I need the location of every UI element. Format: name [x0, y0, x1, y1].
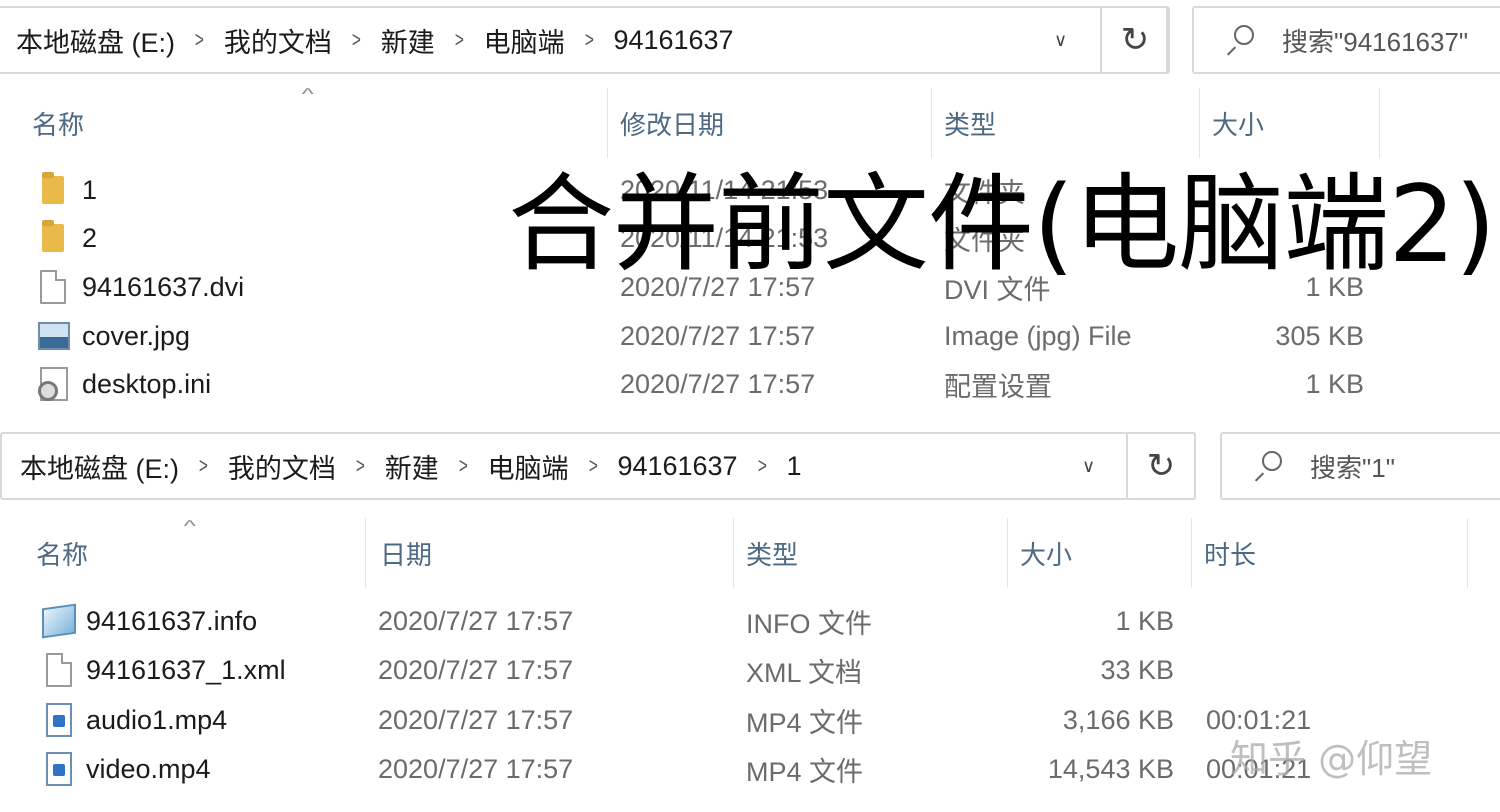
column-header-date[interactable]: 日期 — [380, 518, 734, 588]
file-name: 94161637.info — [86, 605, 258, 636]
column-header-name[interactable]: 名称 — [36, 518, 366, 588]
search-placeholder: 搜索"1" — [1310, 452, 1395, 483]
folder-icon — [42, 172, 64, 204]
settings-file-icon — [38, 367, 68, 401]
breadcrumb-item-documents[interactable]: 我的文档 — [220, 21, 336, 60]
chevron-right-icon[interactable]: > — [575, 27, 604, 53]
file-date: 2020/7/27 17:57 — [378, 704, 574, 735]
chevron-right-icon[interactable]: > — [189, 453, 218, 479]
chevron-right-icon[interactable]: > — [185, 27, 214, 53]
file-size: 1 KB — [1115, 605, 1174, 636]
breadcrumb-item-drive[interactable]: 本地磁盘 (E:) — [12, 21, 179, 60]
file-name: cover.jpg — [82, 320, 191, 351]
file-row[interactable]: desktop.ini 2020/7/27 17:57 配置设置 1 KB — [0, 360, 1500, 408]
file-type: 配置设置 — [944, 371, 1052, 402]
column-header-type[interactable]: 类型 — [746, 518, 1008, 588]
breadcrumb-item-pc[interactable]: 电脑端 — [480, 21, 569, 60]
media-file-icon — [46, 703, 72, 737]
document-icon — [40, 270, 66, 304]
image-icon — [38, 322, 70, 350]
address-bar[interactable]: 本地磁盘 (E:) > 我的文档 > 新建 > 电脑端 > 94161637 >… — [0, 432, 1196, 500]
file-size: 305 KB — [1275, 320, 1364, 351]
chevron-right-icon[interactable]: > — [449, 453, 478, 479]
breadcrumb-item-pc[interactable]: 电脑端 — [484, 447, 573, 486]
file-row[interactable]: 94161637.info 2020/7/27 17:57 INFO 文件 1 … — [0, 597, 1500, 645]
breadcrumb: 本地磁盘 (E:) > 我的文档 > 新建 > 电脑端 > 94161637 — [0, 21, 738, 60]
breadcrumb: 本地磁盘 (E:) > 我的文档 > 新建 > 电脑端 > 94161637 >… — [2, 447, 805, 486]
search-input[interactable]: 搜索"94161637" — [1192, 6, 1500, 74]
file-row[interactable]: cover.jpg 2020/7/27 17:57 Image (jpg) Fi… — [0, 312, 1500, 360]
file-date: 2020/7/27 17:57 — [620, 368, 816, 399]
watermark: 知乎 @仰望 — [1230, 737, 1433, 781]
chevron-down-icon[interactable]: ∨ — [1054, 30, 1067, 51]
column-header-duration[interactable]: 时长 — [1204, 518, 1468, 588]
chevron-right-icon[interactable]: > — [748, 453, 777, 479]
file-date: 2020/7/27 17:57 — [378, 753, 574, 784]
refresh-icon[interactable]: ↻ — [1100, 6, 1170, 74]
file-type: XML 文档 — [746, 657, 863, 688]
file-name: 2 — [82, 222, 98, 253]
chevron-right-icon[interactable]: > — [346, 453, 375, 479]
file-name: 1 — [82, 174, 98, 205]
breadcrumb-item-documents[interactable]: 我的文档 — [224, 447, 340, 486]
breadcrumb-item-subfolder[interactable]: 1 — [782, 451, 805, 482]
breadcrumb-item-drive[interactable]: 本地磁盘 (E:) — [16, 447, 183, 486]
chevron-right-icon[interactable]: > — [342, 27, 371, 53]
address-bar[interactable]: 本地磁盘 (E:) > 我的文档 > 新建 > 电脑端 > 94161637 ∨ — [0, 6, 1168, 74]
breadcrumb-item-new[interactable]: 新建 — [377, 21, 439, 60]
file-size: 3,166 KB — [1062, 704, 1174, 735]
file-date: 2020/7/27 17:57 — [378, 654, 574, 685]
search-icon — [1224, 25, 1254, 56]
file-name: video.mp4 — [86, 753, 211, 784]
search-placeholder: 搜索"94161637" — [1282, 26, 1469, 57]
chevron-right-icon[interactable]: > — [579, 453, 608, 479]
file-size: 33 KB — [1100, 654, 1174, 685]
chevron-right-icon[interactable]: > — [445, 27, 474, 53]
info-file-icon — [42, 603, 76, 639]
file-name: 94161637.dvi — [82, 271, 245, 302]
file-name: desktop.ini — [82, 368, 212, 399]
file-type: MP4 文件 — [746, 756, 864, 787]
column-header-size[interactable]: 大小 — [1020, 518, 1192, 588]
file-date: 2020/7/27 17:57 — [620, 320, 816, 351]
refresh-icon[interactable]: ↻ — [1126, 432, 1196, 500]
file-size: 1 KB — [1305, 368, 1364, 399]
media-file-icon — [46, 752, 72, 786]
file-type: Image (jpg) File — [944, 320, 1132, 351]
breadcrumb-item-folder[interactable]: 94161637 — [613, 451, 741, 482]
chevron-down-icon[interactable]: ∨ — [1082, 456, 1095, 477]
column-header-row: ^ 名称 日期 类型 大小 时长 — [0, 518, 1500, 588]
file-row[interactable]: 94161637_1.xml 2020/7/27 17:57 XML 文档 33… — [0, 646, 1500, 694]
file-name: audio1.mp4 — [86, 704, 228, 735]
file-size: 14,543 KB — [1047, 753, 1174, 784]
breadcrumb-item-new[interactable]: 新建 — [381, 447, 443, 486]
search-icon — [1252, 451, 1282, 482]
file-name: 94161637_1.xml — [86, 654, 286, 685]
document-icon — [46, 653, 72, 687]
folder-icon — [42, 220, 64, 252]
search-input[interactable]: 搜索"1" — [1220, 432, 1500, 500]
overlay-caption: 合并前文件(电脑端2) — [508, 163, 1496, 286]
file-type: INFO 文件 — [746, 608, 872, 639]
breadcrumb-item-folder[interactable]: 94161637 — [609, 25, 737, 56]
file-date: 2020/7/27 17:57 — [378, 605, 574, 636]
file-type: MP4 文件 — [746, 707, 864, 738]
